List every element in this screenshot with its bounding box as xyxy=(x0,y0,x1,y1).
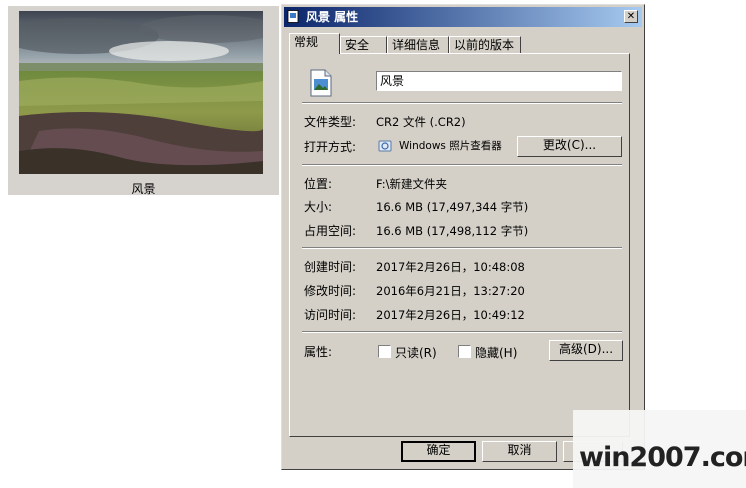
location-label: 位置: xyxy=(304,177,333,191)
landscape-thumbnail[interactable] xyxy=(19,11,263,174)
location-value: F:\新建文件夹 xyxy=(376,177,447,191)
tab-label: 详细信息 xyxy=(392,38,441,52)
file-type-label: 文件类型: xyxy=(304,115,357,129)
change-button[interactable]: 更改(C)... xyxy=(517,136,622,157)
hidden-label: 隐藏(H) xyxy=(475,346,518,360)
tab-details[interactable]: 详细信息 xyxy=(387,36,449,54)
separator xyxy=(302,247,622,249)
close-icon: ✕ xyxy=(626,11,636,22)
general-tab-page xyxy=(289,53,630,437)
modified-label: 修改时间: xyxy=(304,284,357,298)
title-bar[interactable]: 风景 属性 ✕ xyxy=(284,7,642,27)
tab-label: 以前的版本 xyxy=(454,38,515,52)
advanced-button[interactable]: 高级(D)... xyxy=(549,340,623,361)
dialog-title: 风景 属性 xyxy=(306,10,359,24)
tab-previous-versions[interactable]: 以前的版本 xyxy=(449,36,521,54)
hidden-checkbox[interactable] xyxy=(458,345,471,358)
readonly-label: 只读(R) xyxy=(395,346,437,360)
accessed-value: 2017年2月26日，10:49:12 xyxy=(376,308,525,322)
readonly-checkbox[interactable] xyxy=(378,345,391,358)
file-type-value: CR2 文件 (.CR2) xyxy=(376,115,466,129)
close-button[interactable]: ✕ xyxy=(624,10,638,23)
watermark-text: win2007.com xyxy=(579,442,746,473)
created-label: 创建时间: xyxy=(304,260,357,274)
cancel-button[interactable]: 取消 xyxy=(482,441,557,462)
thumbnail-panel: 风景 xyxy=(8,6,279,196)
created-value: 2017年2月26日，10:48:08 xyxy=(376,260,525,274)
tab-label: 安全 xyxy=(345,38,370,52)
watermark: win2007.com xyxy=(573,410,746,488)
separator xyxy=(302,102,622,104)
tab-security[interactable]: 安全 xyxy=(340,36,387,54)
separator xyxy=(302,331,622,333)
modified-value: 2016年6月21日，13:27:20 xyxy=(376,284,525,298)
tab-general[interactable]: 常规 xyxy=(289,33,340,54)
file-icon xyxy=(287,10,299,23)
size-label: 大小: xyxy=(304,200,333,214)
size-value: 16.6 MB (17,497,344 字节) xyxy=(376,200,529,214)
attributes-label: 属性: xyxy=(304,345,333,359)
tab-label: 常规 xyxy=(294,35,319,49)
open-with-value: Windows 照片查看器 xyxy=(399,140,502,152)
size-on-disk-value: 16.6 MB (17,498,112 字节) xyxy=(376,224,529,238)
file-name-input[interactable]: 风景 xyxy=(376,71,622,91)
open-with-label: 打开方式: xyxy=(304,140,357,154)
properties-dialog: 风景 属性 ✕ 常规 安全 详细信息 以前的版本 风景 文件类型: CR2 文件… xyxy=(281,4,645,470)
size-on-disk-label: 占用空间: xyxy=(304,224,357,238)
separator xyxy=(302,164,622,166)
ok-button[interactable]: 确定 xyxy=(401,441,476,462)
thumbnail-caption: 风景 xyxy=(131,182,156,196)
accessed-label: 访问时间: xyxy=(304,308,357,322)
image-file-icon xyxy=(310,69,332,97)
photo-viewer-icon xyxy=(378,140,392,152)
